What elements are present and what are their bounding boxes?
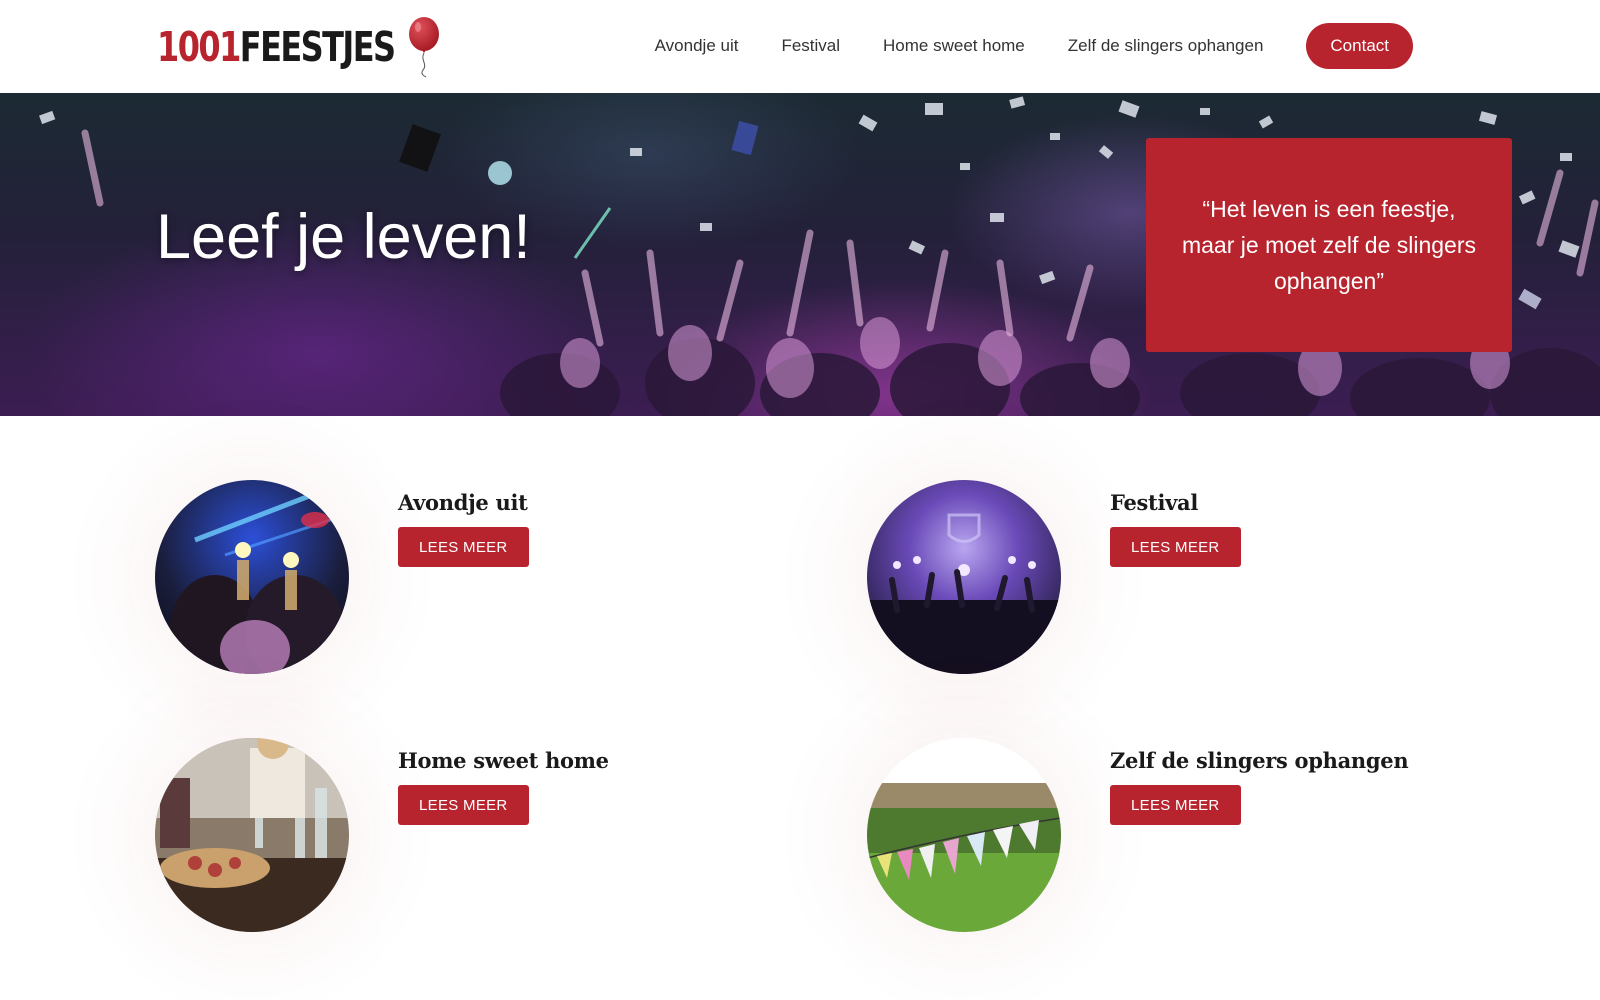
card-title: Zelf de slingers ophangen [1110,748,1409,773]
card-image [867,480,1061,674]
card-avondje-uit: Avondje uit LEES MEER [155,480,715,680]
site-header: 1001FEESTJES Avondje uit Festival Home s… [0,0,1600,93]
festival-stage-photo [867,480,1061,674]
card-image [155,480,349,674]
balloon-icon [409,17,439,78]
lees-meer-button[interactable]: LEES MEER [1110,785,1241,825]
nav-zelf-de-slingers-ophangen[interactable]: Zelf de slingers ophangen [1068,23,1264,69]
lees-meer-button[interactable]: LEES MEER [398,527,529,567]
card-title: Avondje uit [398,490,528,515]
logo-number: 1001 [157,23,241,71]
site-logo[interactable]: 1001FEESTJES [157,16,461,78]
card-title: Festival [1110,490,1199,515]
quote-box: “Het leven is een feestje, maar je moet … [1146,138,1512,352]
bunting-meadow-photo [867,738,1061,932]
nav-home-sweet-home[interactable]: Home sweet home [883,23,1025,69]
hero-title: Leef je leven! [156,202,531,272]
card-image [867,738,1061,932]
nav-festival[interactable]: Festival [781,23,840,69]
logo-text: 1001FEESTJES [157,16,396,78]
lees-meer-button[interactable]: LEES MEER [398,785,529,825]
contact-button[interactable]: Contact [1306,23,1413,69]
lees-meer-button[interactable]: LEES MEER [1110,527,1241,567]
card-image [155,738,349,932]
card-home-sweet-home: Home sweet home LEES MEER [155,738,715,938]
nav-avondje-uit[interactable]: Avondje uit [655,23,739,69]
main-nav: Avondje uit Festival Home sweet home Zel… [655,23,1413,69]
card-title: Home sweet home [398,748,609,773]
hero-banner: Leef je leven! “Het leven is een feestje… [0,93,1600,416]
quote-text: “Het leven is een feestje, maar je moet … [1181,196,1476,294]
logo-word: FEESTJES [239,23,396,71]
card-festival: Festival LEES MEER [867,480,1427,680]
nightclub-photo [155,480,349,674]
card-zelf-de-slingers-ophangen: Zelf de slingers ophangen LEES MEER [867,738,1427,938]
home-dinner-photo [155,738,349,932]
